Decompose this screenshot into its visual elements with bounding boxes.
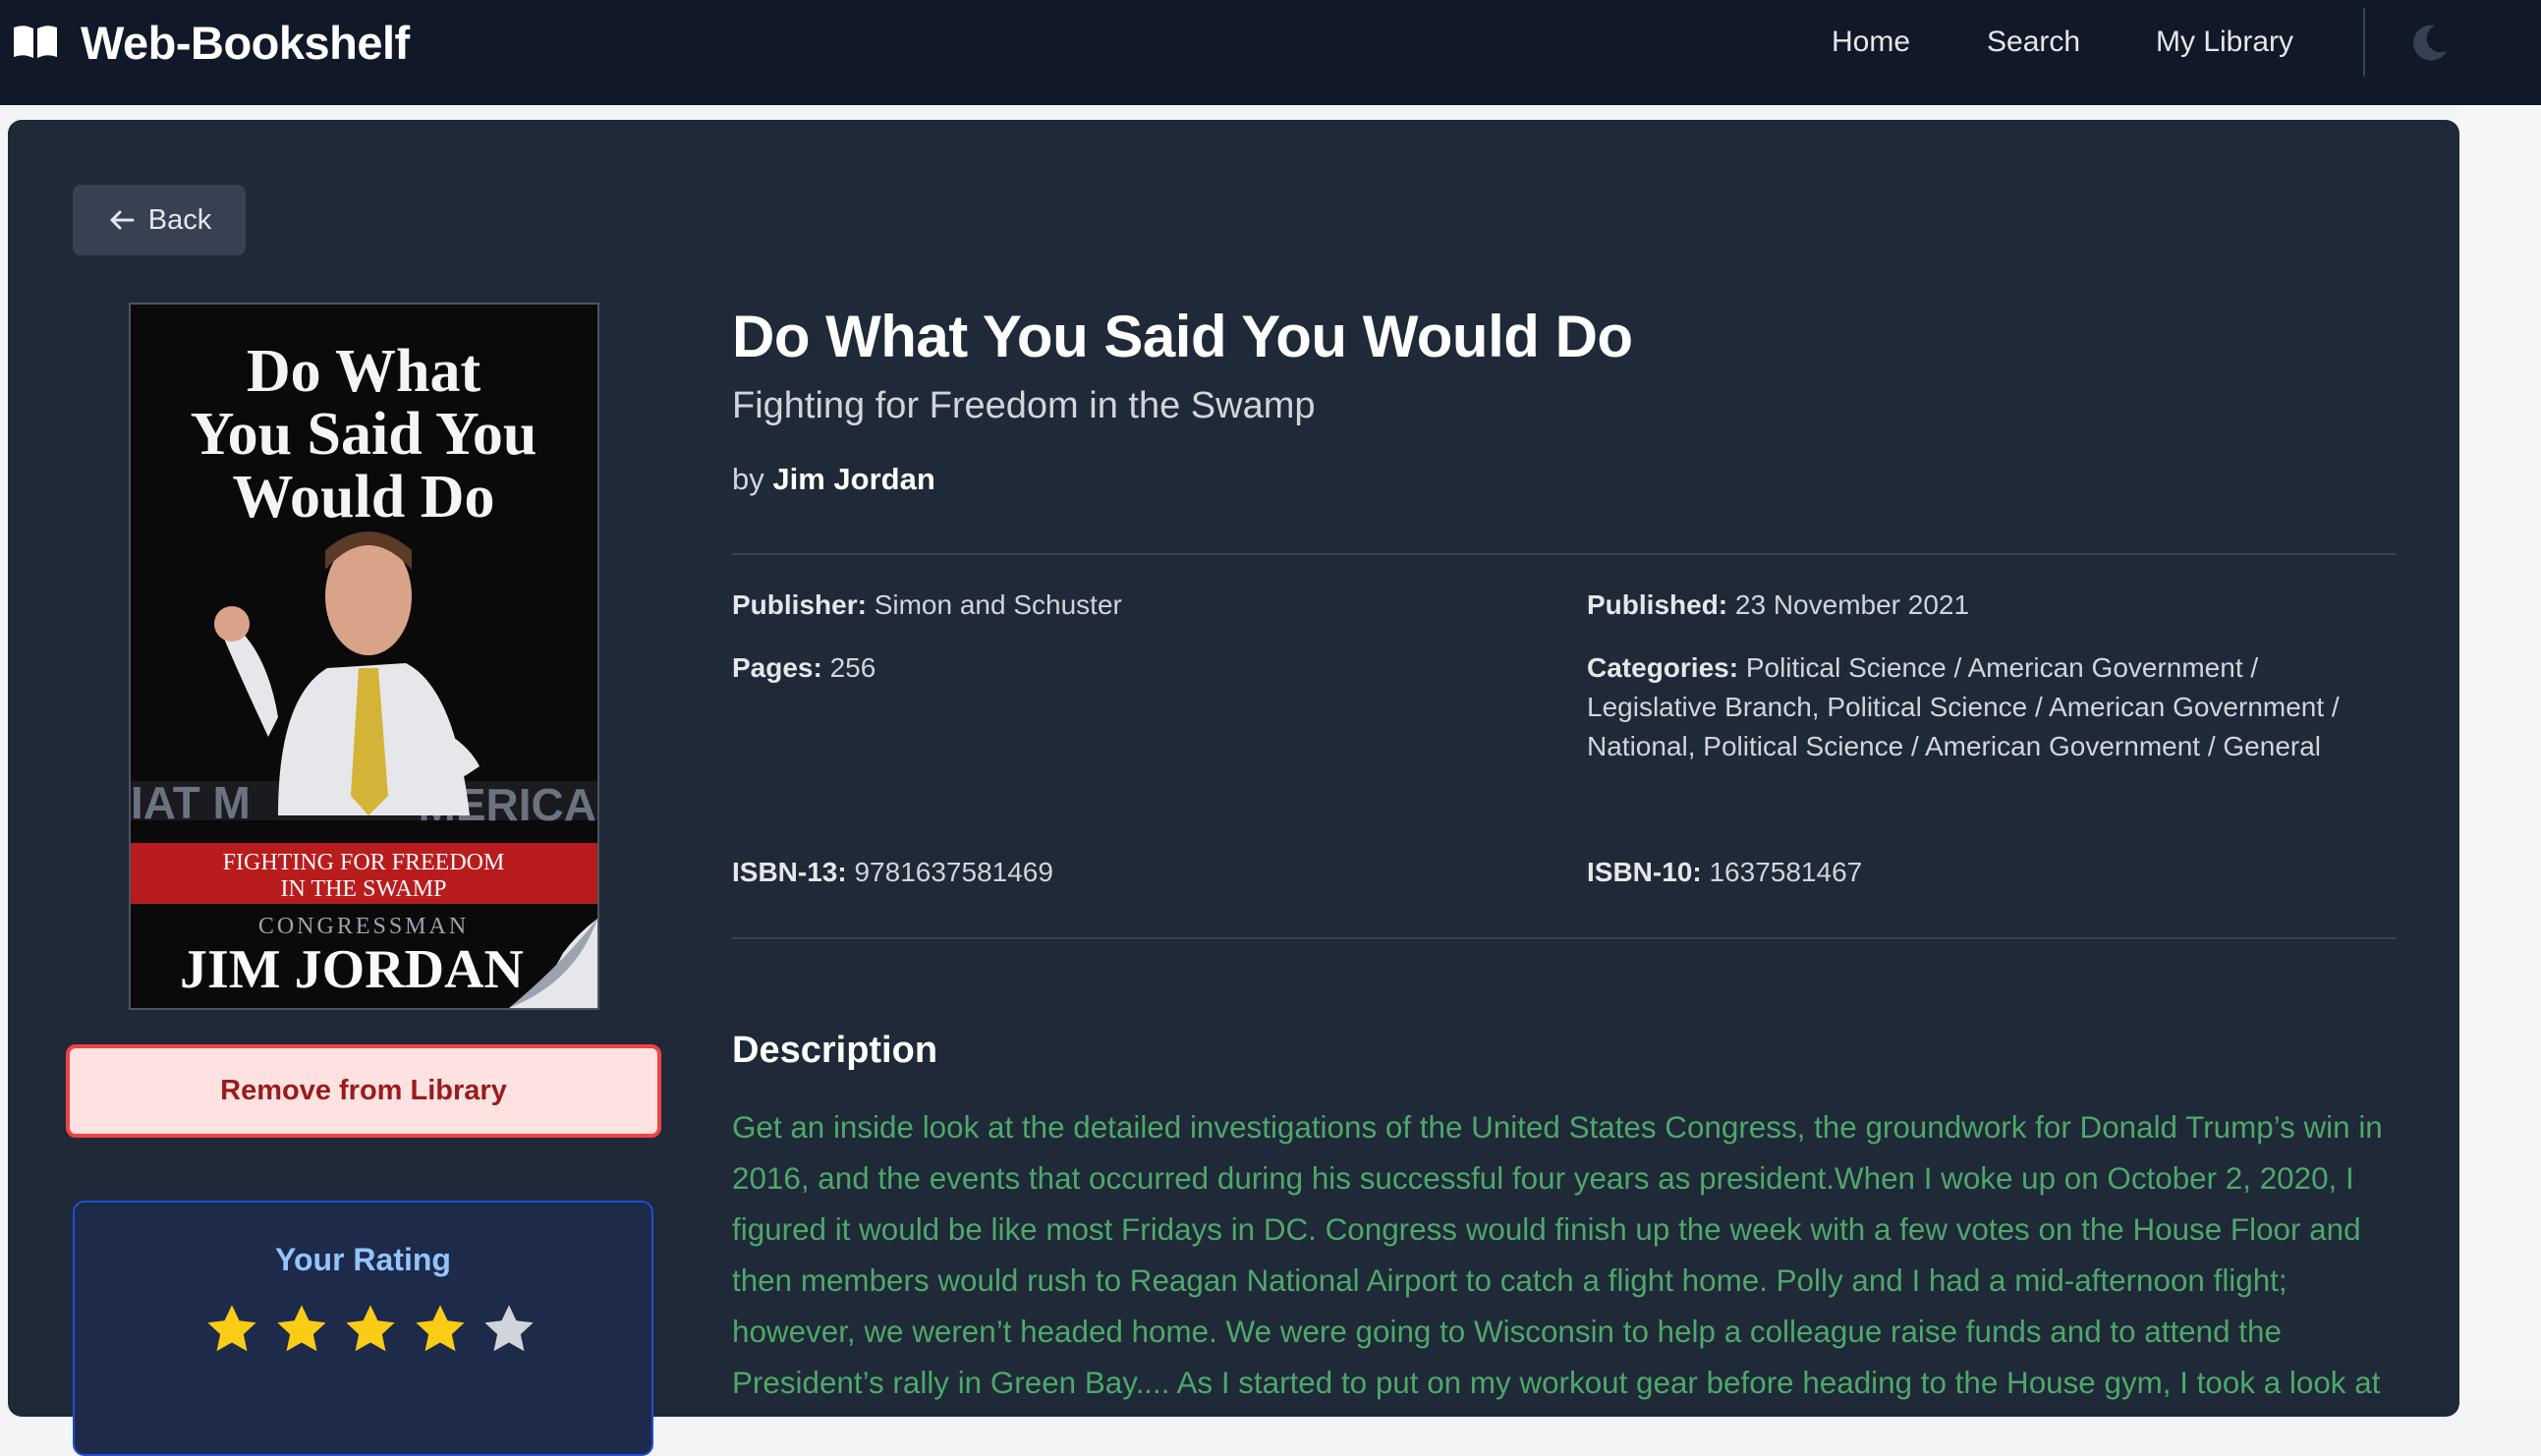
rating-title: Your Rating <box>275 1242 451 1277</box>
description-text: Get an inside look at the detailed inves… <box>732 1110 2383 1400</box>
book-author: Jim Jordan <box>772 462 935 496</box>
published-value: 23 November 2021 <box>1734 589 1970 620</box>
publisher-value: Simon and Schuster <box>874 589 1122 620</box>
star-icon-2[interactable] <box>273 1301 330 1358</box>
isbn10-label: ISBN-10: <box>1587 857 1702 887</box>
categories-label: Categories: <box>1587 652 1739 683</box>
cover-background-word: IAT M <box>131 777 251 828</box>
book-detail-card: Back Do What You Said You Would Do IAT M… <box>8 120 2459 1456</box>
cover-banner-line-2: IN THE SWAMP <box>281 876 447 902</box>
nav-search-link[interactable]: Search <box>1987 0 2080 84</box>
published-row: Published: 23 November 2021 <box>1587 586 2393 625</box>
publisher-row: Publisher: Simon and Schuster <box>732 586 1538 625</box>
star-icon-3[interactable] <box>342 1301 399 1358</box>
back-button[interactable]: Back <box>73 185 246 255</box>
cover-title-line-2: You Said You <box>191 401 537 468</box>
published-label: Published: <box>1587 589 1728 620</box>
nav-my-library-link[interactable]: My Library <box>2156 0 2293 84</box>
nav-home-link[interactable]: Home <box>1832 0 1910 84</box>
pages-row: Pages: 256 <box>732 648 1538 688</box>
brand-name: Web-Bookshelf <box>81 16 410 69</box>
book-cover-art: Do What You Said You Would Do IAT M MERI… <box>131 305 597 1008</box>
isbn10-value: 1637581467 <box>1709 857 1863 887</box>
rating-panel: Your Rating <box>73 1201 653 1456</box>
star-icon-5[interactable] <box>480 1301 537 1358</box>
cover-role: CONGRESSMAN <box>258 914 469 939</box>
publisher-label: Publisher: <box>732 589 867 620</box>
cover-title-line-3: Would Do <box>232 464 494 531</box>
brand[interactable]: Web-Bookshelf <box>12 0 410 84</box>
pages-value: 256 <box>829 652 876 683</box>
open-book-icon <box>14 26 57 58</box>
back-button-label: Back <box>147 203 212 236</box>
isbn13-row: ISBN-13: 9781637581469 <box>732 853 1538 892</box>
isbn13-label: ISBN-13: <box>732 857 847 887</box>
byline-prefix: by <box>732 462 764 496</box>
cover-author-name: JIM JORDAN <box>180 939 524 1000</box>
pages-label: Pages: <box>732 652 822 683</box>
cover-title-line-1: Do What <box>247 338 481 405</box>
book-byline: by Jim Jordan <box>732 462 935 497</box>
details-divider-top <box>732 553 2396 555</box>
isbn13-value: 9781637581469 <box>854 857 1053 887</box>
star-icon-4[interactable] <box>412 1301 469 1358</box>
cover-banner-line-1: FIGHTING FOR FREEDOM <box>223 850 505 875</box>
top-navbar: Web-Bookshelf Home Search My Library <box>0 0 2541 105</box>
book-subtitle: Fighting for Freedom in the Swamp <box>732 385 1316 426</box>
nav-divider <box>2363 8 2365 77</box>
page-background-edge <box>2459 105 2541 1397</box>
book-cover: Do What You Said You Would Do IAT M MERI… <box>129 303 599 1010</box>
arrow-left-icon <box>110 210 135 230</box>
moon-icon[interactable] <box>2405 18 2455 67</box>
star-icon-1[interactable] <box>203 1301 260 1358</box>
isbn10-row: ISBN-10: 1637581467 <box>1587 853 2393 892</box>
rating-stars <box>203 1301 537 1370</box>
description-heading: Description <box>732 1030 938 1071</box>
book-title: Do What You Said You Would Do <box>732 304 1633 369</box>
remove-from-library-button[interactable]: Remove from Library <box>66 1044 661 1138</box>
details-divider-bottom <box>732 937 2396 939</box>
categories-row: Categories: Political Science / American… <box>1587 648 2393 766</box>
